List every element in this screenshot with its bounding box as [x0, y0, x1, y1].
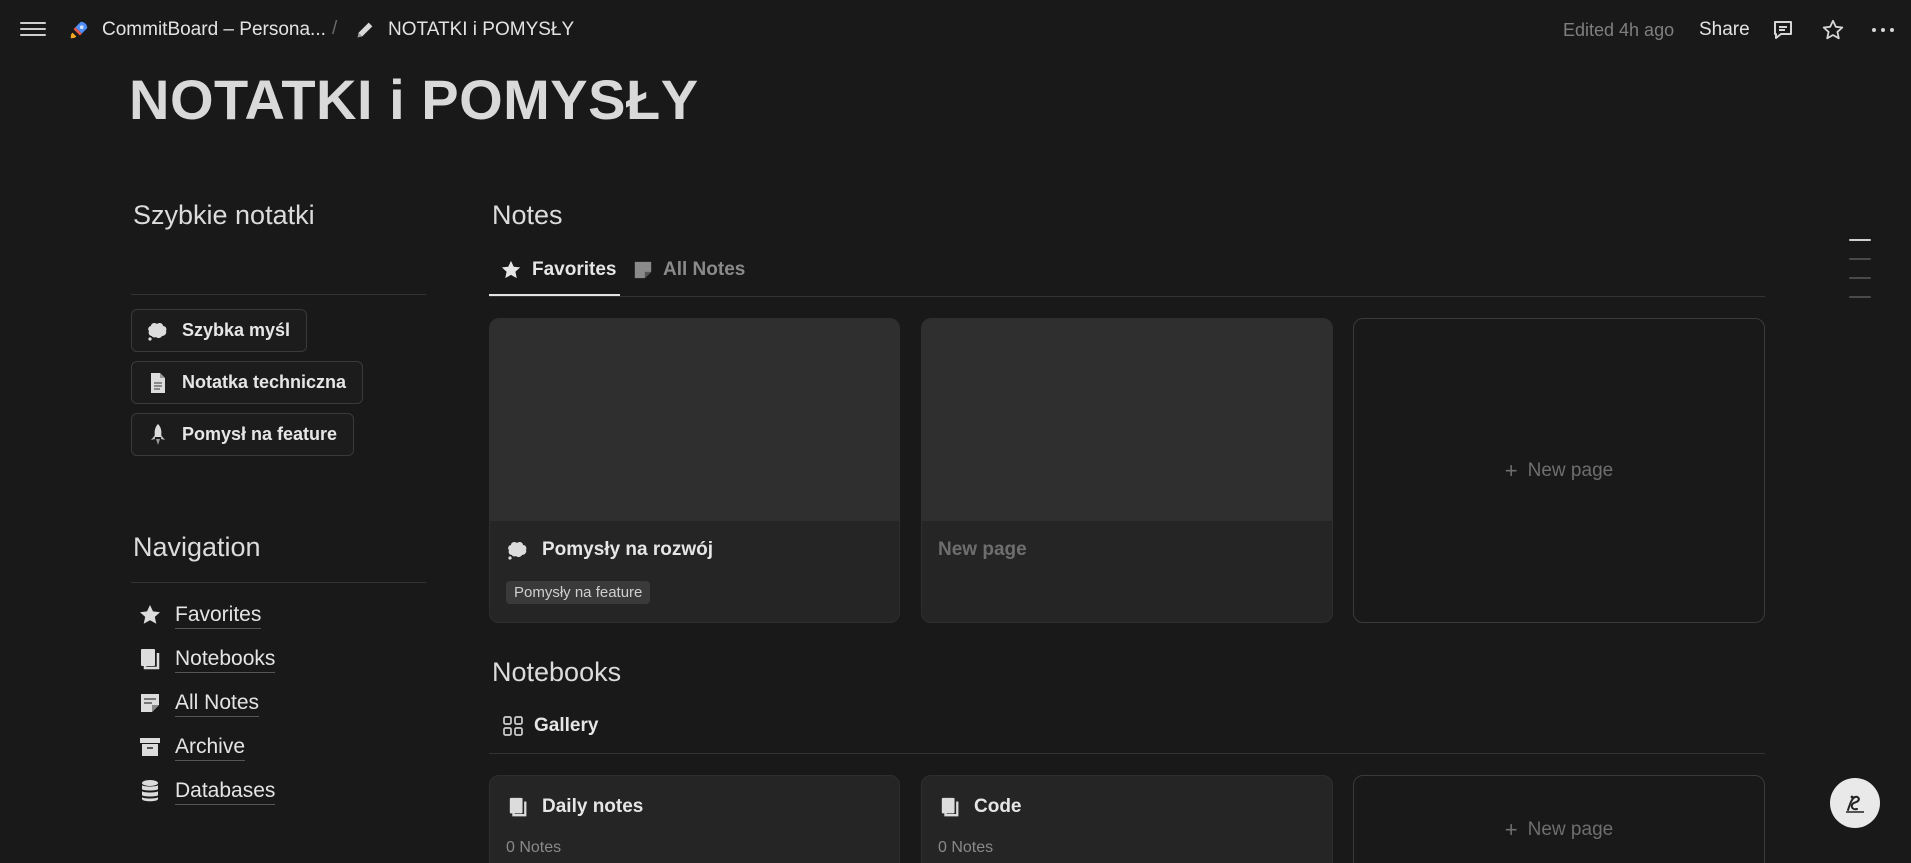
card-title-text: Code	[974, 796, 1022, 817]
tab-favorites[interactable]: Favorites	[500, 255, 616, 285]
pencil-icon	[354, 19, 376, 41]
outline-marker[interactable]	[1849, 239, 1871, 241]
notebook-icon	[938, 796, 962, 818]
more-icon[interactable]	[1868, 15, 1898, 45]
thought-bubble-icon	[506, 539, 530, 561]
divider	[489, 296, 1765, 297]
tab-favorites-label: Favorites	[532, 259, 617, 280]
rocket-icon	[68, 19, 90, 41]
thought-bubble-icon	[146, 320, 170, 342]
breadcrumb-separator: /	[332, 18, 338, 39]
nav-label-databases: Databases	[175, 778, 276, 805]
nav-item-all-notes[interactable]: All Notes	[137, 688, 260, 718]
page-name: NOTATKI i POMYSŁY	[388, 19, 575, 40]
comment-icon[interactable]	[1768, 15, 1798, 45]
navigation-heading: Navigation	[133, 532, 261, 562]
divider	[489, 753, 1765, 754]
quick-notes-heading: Szybkie notatki	[133, 200, 315, 230]
database-icon	[137, 778, 163, 804]
star-icon[interactable]	[1818, 15, 1848, 45]
top-bar: CommitBoard – Persona... / NOTATKI i POM…	[0, 0, 1911, 60]
notebook-icon	[506, 796, 530, 818]
star-icon	[500, 259, 522, 281]
notebooks-heading: Notebooks	[492, 657, 622, 687]
divider	[131, 582, 426, 583]
notebook-card[interactable]: Daily notes 0 Notes	[489, 775, 900, 863]
nav-label-all-notes: All Notes	[175, 690, 260, 717]
card-title-text: Pomysły na rozwój	[542, 539, 714, 560]
menu-icon[interactable]	[20, 18, 46, 42]
note-card[interactable]: New page	[921, 318, 1333, 623]
nav-item-databases[interactable]: Databases	[137, 776, 276, 806]
new-page-card[interactable]: + New page	[1353, 318, 1765, 623]
help-button[interactable]	[1830, 778, 1880, 828]
page-title: NOTATKI i POMYSŁY	[129, 68, 699, 131]
notes-heading: Notes	[492, 200, 563, 230]
plus-icon: +	[1504, 817, 1518, 842]
card-cover	[490, 319, 899, 521]
quick-thought-button[interactable]: Szybka myśl	[131, 309, 308, 352]
note-icon	[633, 260, 653, 280]
card-cover	[922, 319, 1332, 521]
note-icon	[137, 690, 163, 716]
feature-idea-button[interactable]: Pomysł na feature	[131, 413, 355, 456]
notebook-card[interactable]: Code 0 Notes	[921, 775, 1333, 863]
card-title: New page	[938, 539, 1027, 561]
star-icon	[137, 602, 163, 628]
tab-all-notes[interactable]: All Notes	[633, 255, 745, 285]
archive-icon	[137, 734, 163, 760]
outline-marker[interactable]	[1849, 258, 1871, 260]
outline-marker[interactable]	[1849, 277, 1871, 279]
gallery-icon	[502, 715, 524, 737]
card-title: Pomysły na rozwój	[506, 539, 713, 561]
feature-idea-label: Pomysł na feature	[182, 424, 338, 444]
notebook-icon	[137, 646, 163, 672]
view-gallery[interactable]: Gallery	[502, 711, 598, 741]
breadcrumb-page[interactable]: NOTATKI i POMYSŁY	[354, 18, 574, 42]
card-title-text: New page	[938, 539, 1027, 560]
nav-item-favorites[interactable]: Favorites	[137, 600, 262, 630]
quick-thought-label: Szybka myśl	[182, 320, 291, 340]
tab-all-notes-label: All Notes	[663, 259, 746, 280]
edited-timestamp: Edited 4h ago	[1563, 19, 1675, 40]
notes-count: 0 Notes	[506, 839, 562, 856]
outline-marker[interactable]	[1849, 296, 1871, 298]
new-page-label: New page	[1527, 819, 1614, 840]
share-button[interactable]: Share	[1699, 18, 1750, 42]
notes-count: 0 Notes	[938, 839, 994, 856]
divider	[131, 294, 426, 295]
new-page-label: New page	[1527, 459, 1614, 481]
breadcrumb-workspace[interactable]: CommitBoard – Persona...	[68, 18, 326, 42]
card-title-text: Daily notes	[542, 796, 644, 817]
nav-label-notebooks: Notebooks	[175, 646, 276, 673]
note-card[interactable]: Pomysły na rozwój Pomysły na feature	[489, 318, 900, 623]
nav-label-archive: Archive	[175, 734, 246, 761]
tech-note-button[interactable]: Notatka techniczna	[131, 361, 364, 404]
view-gallery-label: Gallery	[534, 715, 599, 736]
card-tag: Pomysły na feature	[506, 581, 651, 604]
assistant-icon	[1840, 788, 1870, 818]
card-title: Code	[938, 796, 1022, 818]
plus-icon: +	[1504, 457, 1518, 483]
rocket-icon	[146, 423, 170, 447]
card-title: Daily notes	[506, 796, 643, 818]
nav-item-notebooks[interactable]: Notebooks	[137, 644, 276, 674]
nav-label-favorites: Favorites	[175, 602, 262, 629]
workspace-name: CommitBoard – Persona...	[102, 19, 326, 40]
document-icon	[146, 372, 170, 394]
tech-note-label: Notatka techniczna	[182, 372, 347, 392]
nav-item-archive[interactable]: Archive	[137, 732, 246, 762]
new-page-card[interactable]: + New page	[1353, 775, 1765, 863]
